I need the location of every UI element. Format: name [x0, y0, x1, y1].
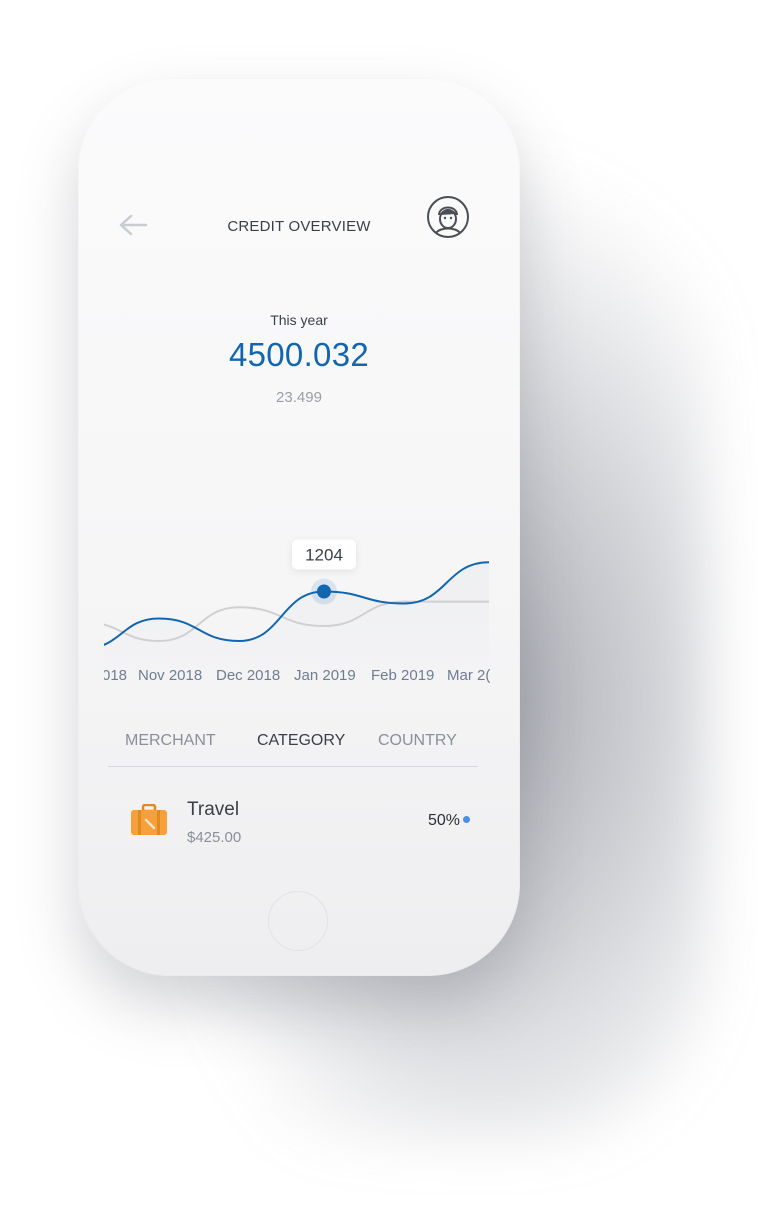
status-dot [463, 816, 470, 823]
profile-button[interactable] [426, 195, 470, 239]
suitcase-icon [130, 803, 168, 836]
x-tick-label: Jan 2019 [294, 667, 356, 684]
secondary-amount: 23.499 [276, 389, 322, 406]
x-tick-label: Nov 2018 [138, 667, 203, 684]
tab-category[interactable]: CATEGORY [257, 732, 345, 750]
credit-line-chart[interactable]: 1204 [104, 456, 494, 686]
x-tick-label: Mar 2( [447, 667, 491, 684]
category-name: Travel [187, 799, 240, 820]
home-button[interactable] [268, 891, 328, 951]
period-label: This year [270, 312, 328, 328]
category-percent: 50% [427, 812, 460, 829]
x-tick-label: 018 [104, 667, 128, 684]
category-tabs: MERCHANT CATEGORY COUNTRY [108, 730, 478, 767]
list-item[interactable]: Travel $425.00 50% [130, 798, 470, 858]
tab-merchant[interactable]: MERCHANT [125, 732, 216, 750]
tab-country[interactable]: COUNTRY [378, 732, 457, 750]
category-amount: $425.00 [187, 829, 242, 846]
x-tick-label: Dec 2018 [216, 667, 281, 684]
total-amount: 4500.032 [228, 336, 370, 373]
chart-x-axis: 018 Nov 2018 Dec 2018 Jan 2019 Feb 2019 Mar 2… [104, 667, 494, 689]
tooltip-value: 1204 [305, 546, 343, 565]
x-tick-label: Feb 2019 [371, 667, 435, 684]
highlight-point[interactable] [317, 584, 331, 599]
user-avatar-icon [427, 196, 469, 238]
phone-frame: CREDIT OVERVIEW This year 4500.032 23.49… [78, 78, 520, 976]
